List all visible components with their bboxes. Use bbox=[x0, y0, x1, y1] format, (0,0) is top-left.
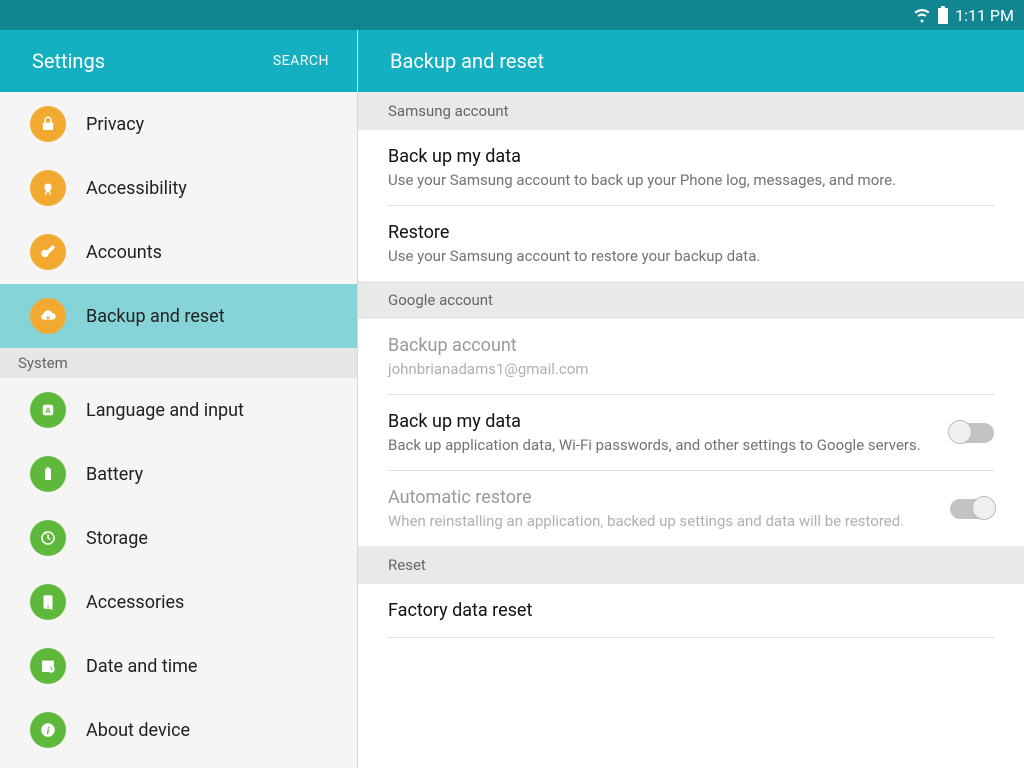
battery-icon bbox=[937, 6, 949, 24]
sidebar-item-accessibility[interactable]: Accessibility bbox=[0, 156, 357, 220]
accessibility-icon bbox=[30, 170, 66, 206]
setting-title: Back up my data bbox=[388, 411, 930, 432]
sidebar-list: Privacy Accessibility Accounts Backup an… bbox=[0, 92, 357, 768]
battery-icon bbox=[30, 456, 66, 492]
sidebar-item-privacy[interactable]: Privacy bbox=[0, 92, 357, 156]
setting-subtitle: Use your Samsung account to restore your… bbox=[388, 247, 994, 265]
wifi-icon bbox=[913, 6, 931, 24]
language-icon: A bbox=[30, 392, 66, 428]
content-title: Backup and reset bbox=[358, 30, 1024, 92]
accounts-icon bbox=[30, 234, 66, 270]
sidebar-item-label: Language and input bbox=[86, 400, 244, 421]
sidebar-item-battery[interactable]: Battery bbox=[0, 442, 357, 506]
storage-icon bbox=[30, 520, 66, 556]
setting-title: Factory data reset bbox=[388, 600, 994, 621]
group-header-samsung: Samsung account bbox=[358, 92, 1024, 130]
sidebar-item-label: Privacy bbox=[86, 114, 144, 135]
sidebar-item-label: Accessories bbox=[86, 592, 184, 613]
sidebar-item-backup-and-reset[interactable]: Backup and reset bbox=[0, 284, 357, 348]
group-header-google: Google account bbox=[358, 281, 1024, 319]
setting-subtitle: johnbrianadams1@gmail.com bbox=[388, 360, 994, 378]
setting-title: Restore bbox=[388, 222, 994, 243]
sidebar-item-label: Accounts bbox=[86, 242, 162, 263]
sidebar-section-system: System bbox=[0, 348, 357, 378]
sidebar-item-date-and-time[interactable]: Date and time bbox=[0, 634, 357, 698]
setting-google-automatic-restore: Automatic restore When reinstalling an a… bbox=[358, 471, 1024, 546]
setting-title: Backup account bbox=[388, 335, 994, 356]
sidebar-item-accessories[interactable]: Accessories bbox=[0, 570, 357, 634]
divider bbox=[388, 637, 994, 638]
search-button[interactable]: SEARCH bbox=[273, 53, 329, 69]
sidebar-item-storage[interactable]: Storage bbox=[0, 506, 357, 570]
sidebar-item-label: Backup and reset bbox=[86, 306, 225, 327]
group-header-reset: Reset bbox=[358, 546, 1024, 584]
accessories-icon bbox=[30, 584, 66, 620]
setting-samsung-restore[interactable]: Restore Use your Samsung account to rest… bbox=[358, 206, 1024, 281]
setting-title: Back up my data bbox=[388, 146, 994, 167]
setting-factory-data-reset[interactable]: Factory data reset bbox=[358, 584, 1024, 637]
sidebar-item-label: About device bbox=[86, 720, 190, 741]
sidebar-item-label: Storage bbox=[86, 528, 148, 549]
settings-sidebar: Settings SEARCH Privacy Accessibility bbox=[0, 30, 358, 768]
sidebar-item-label: Accessibility bbox=[86, 178, 187, 199]
sidebar-item-label: Date and time bbox=[86, 656, 197, 677]
privacy-icon bbox=[30, 106, 66, 142]
toggle-automatic-restore bbox=[950, 499, 994, 519]
sidebar-header: Settings SEARCH bbox=[0, 30, 357, 92]
setting-google-backup-my-data[interactable]: Back up my data Back up application data… bbox=[358, 395, 1024, 470]
status-bar: 1:11 PM bbox=[0, 0, 1024, 30]
datetime-icon bbox=[30, 648, 66, 684]
sidebar-item-accounts[interactable]: Accounts bbox=[0, 220, 357, 284]
backup-icon bbox=[30, 298, 66, 334]
about-icon: i bbox=[30, 712, 66, 748]
setting-samsung-backup[interactable]: Back up my data Use your Samsung account… bbox=[358, 130, 1024, 205]
status-time: 1:11 PM bbox=[955, 6, 1014, 25]
content-panel: Backup and reset Samsung account Back up… bbox=[358, 30, 1024, 768]
setting-title: Automatic restore bbox=[388, 487, 930, 508]
setting-subtitle: Use your Samsung account to back up your… bbox=[388, 171, 994, 189]
sidebar-item-label: Battery bbox=[86, 464, 143, 485]
sidebar-item-about-device[interactable]: i About device bbox=[0, 698, 357, 762]
setting-google-backup-account[interactable]: Backup account johnbrianadams1@gmail.com bbox=[358, 319, 1024, 394]
setting-subtitle: Back up application data, Wi-Fi password… bbox=[388, 436, 930, 454]
setting-subtitle: When reinstalling an application, backed… bbox=[388, 512, 930, 530]
sidebar-item-language-and-input[interactable]: A Language and input bbox=[0, 378, 357, 442]
sidebar-title: Settings bbox=[32, 49, 105, 73]
toggle-google-backup[interactable] bbox=[950, 423, 994, 443]
